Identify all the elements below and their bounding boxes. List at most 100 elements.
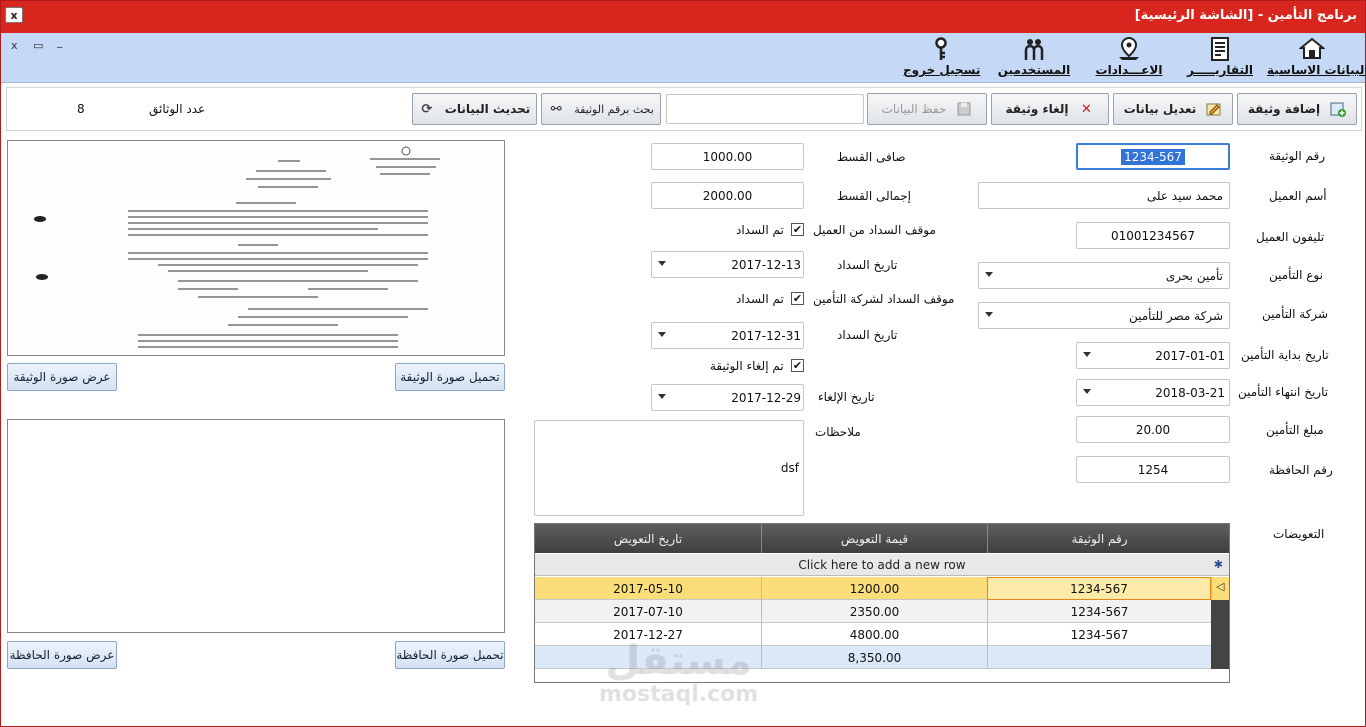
client-paid-label: تم السداد bbox=[736, 223, 784, 237]
cancel-policy-button[interactable]: إلغاء وثيقة ✕ bbox=[991, 93, 1109, 125]
edit-data-button[interactable]: تعديل بيانات bbox=[1113, 93, 1233, 125]
report-icon bbox=[1211, 37, 1229, 61]
client-name-field[interactable]: محمد سيد على bbox=[978, 182, 1230, 209]
policy-cancelled-checkbox[interactable]: ✔ bbox=[791, 359, 804, 372]
wallet-number-field[interactable]: 1254 bbox=[1076, 456, 1230, 483]
key-icon bbox=[935, 37, 947, 60]
payment-date-value-1: 2017-12-13 bbox=[731, 258, 801, 272]
cell-date: 2017-05-10 bbox=[613, 581, 683, 596]
end-date-picker[interactable]: 2018-03-21 bbox=[1076, 379, 1230, 406]
window-title: برنامج التأمين - [الشاشة الرئيسية] bbox=[1134, 8, 1357, 23]
cancel-x-icon: ✕ bbox=[1081, 101, 1092, 117]
payment-date-picker-2[interactable]: 2017-12-31 bbox=[651, 322, 804, 349]
start-date-picker[interactable]: 2017-01-01 bbox=[1076, 342, 1230, 369]
total-premium-field[interactable]: 2000.00 bbox=[651, 182, 804, 209]
client-paid-checkbox[interactable]: ✔ bbox=[791, 223, 804, 236]
start-date-label: تاريخ بداية التأمين bbox=[1241, 348, 1329, 362]
button-label: إلغاء وثيقة bbox=[1005, 102, 1069, 116]
chevron-down-icon bbox=[658, 332, 666, 337]
client-phone-field[interactable]: 01001234567 bbox=[1076, 222, 1230, 249]
insurance-type-select[interactable]: تأمين بحرى bbox=[978, 262, 1230, 289]
app-window: برنامج التأمين - [الشاشة الرئيسية] x x ▭… bbox=[0, 0, 1366, 727]
header-policy-no[interactable]: رقم الوثيقة bbox=[987, 524, 1211, 553]
new-row-label: Click here to add a new row bbox=[798, 558, 966, 572]
mdi-restore-button[interactable]: ▭ bbox=[33, 39, 43, 52]
cell-value: 2350.00 bbox=[761, 600, 987, 623]
payment-date-picker-1[interactable]: 2017-12-13 bbox=[651, 251, 804, 278]
chevron-down-icon bbox=[985, 272, 993, 277]
notes-label: ملاحظات bbox=[815, 425, 861, 439]
header-comp-value[interactable]: قيمة التعويض bbox=[761, 524, 987, 553]
policy-number-label: رقم الوثيقة bbox=[1269, 149, 1325, 163]
cancel-date-picker[interactable]: 2017-12-29 bbox=[651, 384, 804, 411]
policy-number-field[interactable]: 1234-567 bbox=[1076, 143, 1230, 170]
client-name-label: أسم العميل bbox=[1269, 189, 1327, 203]
documents-count-value: 8 bbox=[77, 102, 85, 116]
watermark-english: mostaql.com bbox=[599, 682, 759, 707]
client-payment-status-label: موقف السداد من العميل bbox=[813, 223, 936, 237]
menu-basic-data[interactable]: البيانات الاساسية bbox=[1267, 37, 1366, 81]
load-wallet-image-button[interactable]: تحميل صورة الحافظة bbox=[395, 641, 505, 669]
insurance-company-select[interactable]: شركة مصر للتأمين bbox=[978, 302, 1230, 329]
current-row-indicator: ◁ bbox=[1211, 577, 1229, 600]
load-policy-image-button[interactable]: تحميل صورة الوثيقة bbox=[395, 363, 505, 391]
users-icon bbox=[1024, 39, 1044, 60]
add-new-row[interactable]: Click here to add a new row ✱ bbox=[535, 554, 1229, 576]
summary-empty bbox=[987, 646, 1211, 669]
mdi-minimize-button[interactable]: _ bbox=[57, 35, 63, 48]
notes-textarea[interactable]: dsf bbox=[534, 420, 804, 516]
row-indicator bbox=[1211, 646, 1229, 669]
grid-header: تاريخ التعويض قيمة التعويض رقم الوثيقة bbox=[535, 524, 1229, 553]
mdi-close-button[interactable]: x bbox=[11, 39, 18, 52]
documents-count-label: عدد الوثائق bbox=[149, 102, 206, 116]
policy-image-preview bbox=[7, 140, 505, 356]
table-row[interactable]: 2017-05-10 1200.00 1234-567 ◁ bbox=[535, 577, 1229, 600]
watermark-arabic: مستقل bbox=[605, 638, 752, 684]
button-label: تحديث البيانات bbox=[444, 102, 531, 116]
button-label: بحث برقم الوثيقة bbox=[574, 102, 654, 116]
table-row[interactable]: 2017-07-10 2350.00 1234-567 bbox=[535, 600, 1229, 623]
menu-label: البيانات الاساسية bbox=[1267, 63, 1366, 77]
button-label: حفظ البيانات bbox=[881, 102, 947, 116]
end-date-label: تاريخ انتهاء التأمين bbox=[1238, 385, 1329, 399]
wallet-image-preview bbox=[7, 419, 505, 633]
show-policy-image-button[interactable]: عرض صورة الوثيقة bbox=[7, 363, 117, 391]
client-phone-label: تليفون العميل bbox=[1256, 230, 1325, 244]
toolbar: إضافة وثيقة تعديل بيانات إلغاء وثيقة ✕ ح… bbox=[6, 87, 1362, 131]
chevron-down-icon bbox=[1083, 352, 1091, 357]
add-icon bbox=[1330, 102, 1347, 117]
button-label: إضافة وثيقة bbox=[1247, 102, 1321, 116]
menu-logout[interactable]: تسجيل خروج bbox=[903, 37, 980, 81]
total-premium-label: إجمالى القسط bbox=[837, 189, 911, 203]
cell-value: 1200.00 bbox=[761, 577, 987, 600]
chevron-down-icon bbox=[1083, 389, 1091, 394]
insurance-amount-field[interactable]: 20.00 bbox=[1076, 416, 1230, 443]
save-data-button[interactable]: حفظ البيانات bbox=[867, 93, 987, 125]
cell-policy: 1234-567 bbox=[987, 577, 1211, 600]
net-premium-field[interactable]: 1000.00 bbox=[651, 143, 804, 170]
show-wallet-image-button[interactable]: عرض صورة الحافظة bbox=[7, 641, 117, 669]
menu-label: المستخدمين bbox=[997, 63, 1071, 77]
refresh-data-button[interactable]: ⟳ تحديث البيانات bbox=[412, 93, 537, 125]
wallet-number-label: رقم الحافظة bbox=[1269, 463, 1333, 477]
cell-value: 4800.00 bbox=[761, 623, 987, 646]
menu-reports[interactable]: التقاريـــــر bbox=[1185, 37, 1255, 81]
header-comp-date[interactable]: تاريخ التعويض bbox=[535, 524, 761, 553]
add-policy-button[interactable]: إضافة وثيقة bbox=[1237, 93, 1357, 125]
asterisk-icon: ✱ bbox=[1213, 558, 1223, 571]
menu-settings[interactable]: الاعـــدادات bbox=[1089, 37, 1169, 81]
settings-pin-icon bbox=[1119, 37, 1139, 60]
window-close-button[interactable]: x bbox=[5, 7, 23, 23]
chevron-down-icon bbox=[985, 312, 993, 317]
search-by-number-button[interactable]: ⚯ بحث برقم الوثيقة bbox=[541, 93, 661, 125]
home-icon bbox=[1299, 37, 1325, 59]
end-date-value: 2018-03-21 bbox=[1155, 386, 1225, 400]
payment-date-value-2: 2017-12-31 bbox=[731, 329, 801, 343]
menu-ribbon: x ▭ _ البيانات الاساسية التقاريـــــر ال… bbox=[1, 33, 1366, 83]
chevron-down-icon bbox=[658, 394, 666, 399]
edit-icon bbox=[1206, 103, 1221, 116]
menu-users[interactable]: المستخدمين bbox=[995, 37, 1073, 81]
search-input[interactable] bbox=[666, 94, 864, 124]
net-premium-label: صافى القسط bbox=[837, 150, 906, 164]
company-paid-checkbox[interactable]: ✔ bbox=[791, 292, 804, 305]
